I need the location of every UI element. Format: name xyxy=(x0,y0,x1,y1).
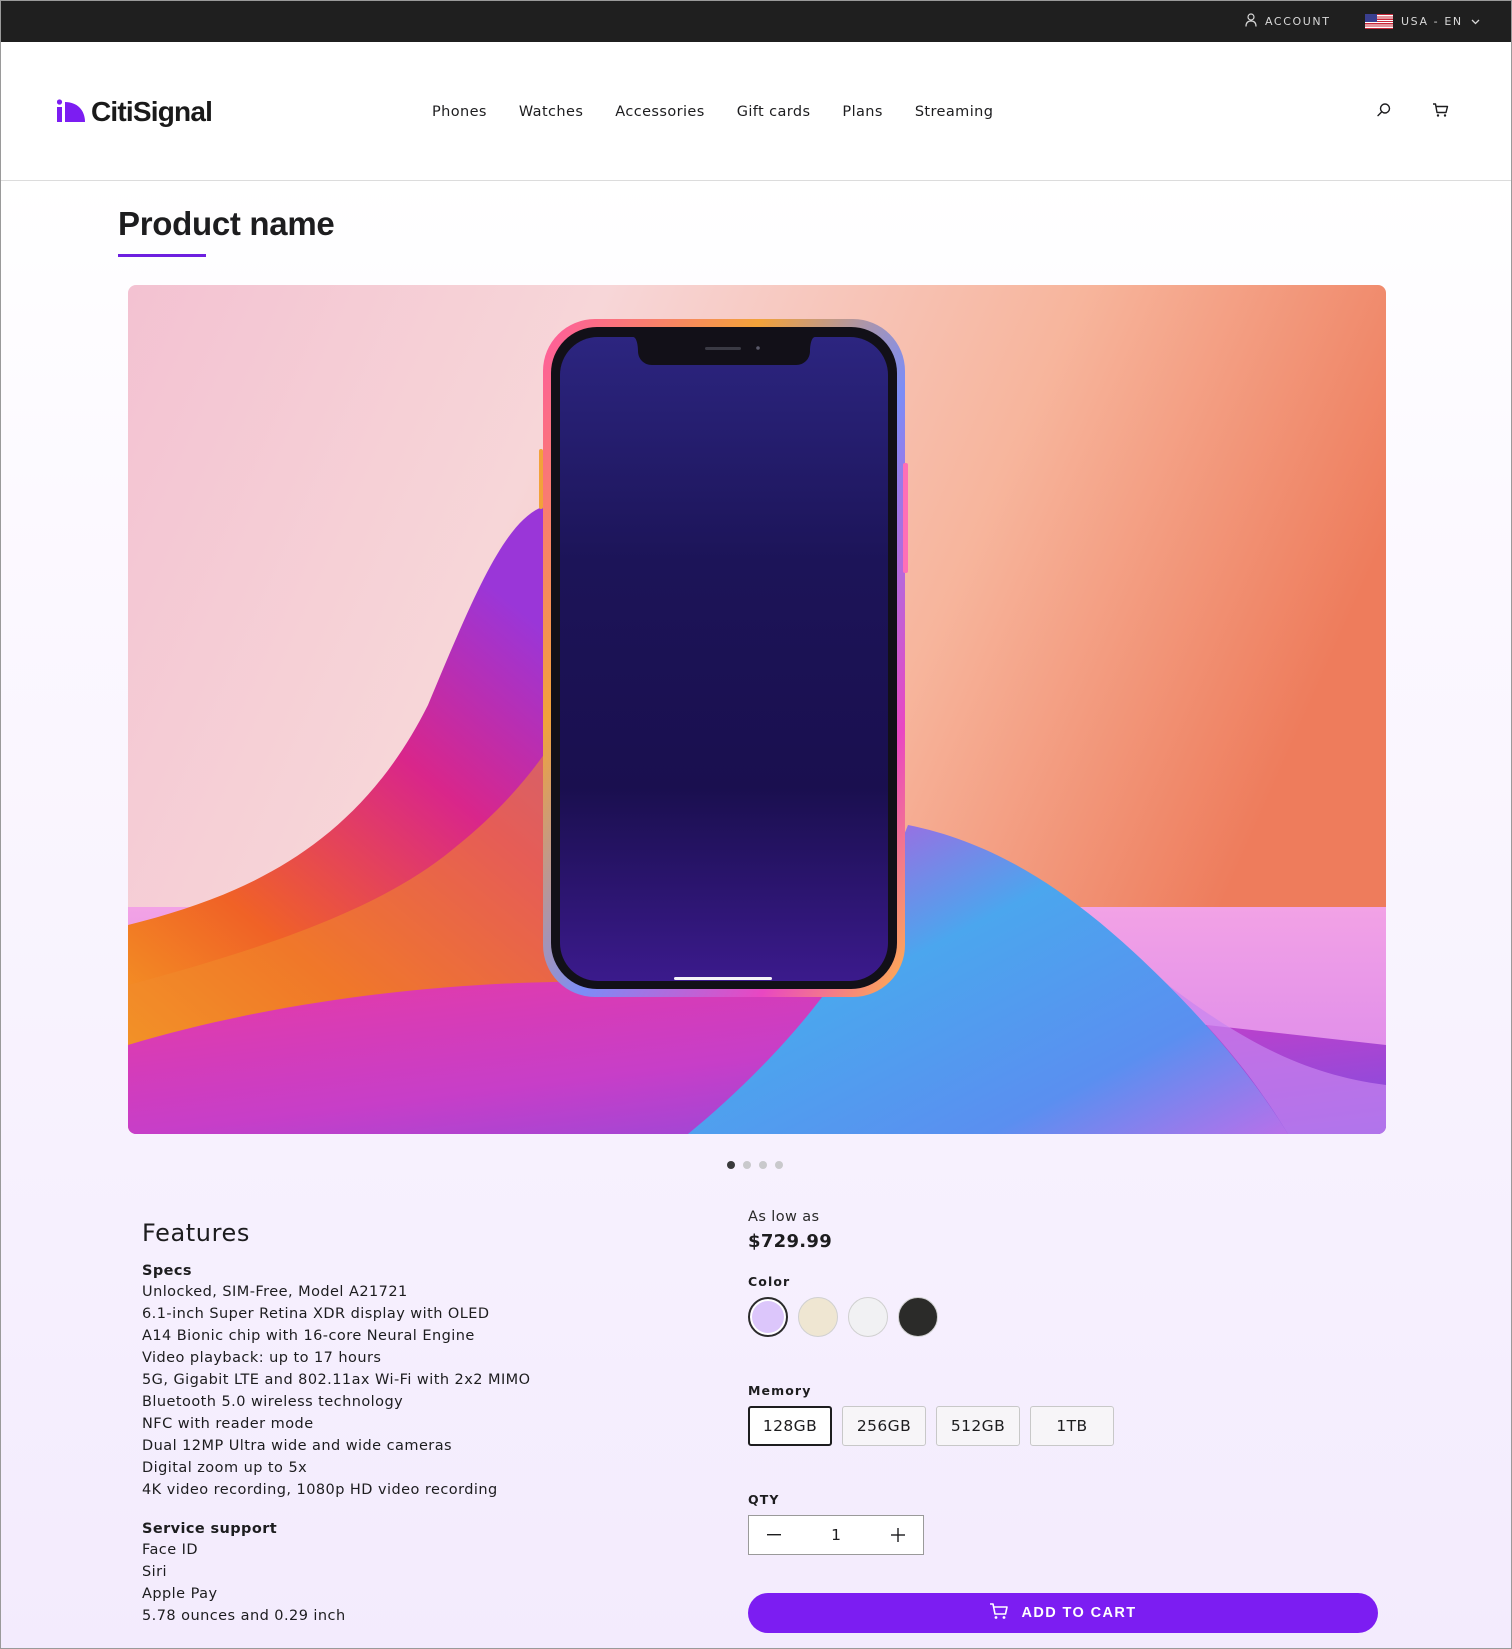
color-swatch-white[interactable] xyxy=(848,1297,888,1337)
spec-item: Dual 12MP Ultra wide and wide cameras xyxy=(142,1438,453,1454)
nav-watches[interactable]: Watches xyxy=(519,104,583,120)
service-item: Face ID xyxy=(142,1542,198,1558)
chevron-down-icon xyxy=(1471,15,1480,28)
minus-icon[interactable] xyxy=(765,1526,783,1544)
price-prefix: As low as xyxy=(748,1209,820,1225)
color-swatch-cream[interactable] xyxy=(798,1297,838,1337)
specs-heading: Specs xyxy=(142,1263,192,1279)
utility-bar: ACCOUNT USA - EN xyxy=(1,1,1511,42)
memory-options: 128GB 256GB 512GB 1TB xyxy=(748,1406,1378,1446)
logo-icon xyxy=(56,99,85,125)
purchase-panel: As low as $729.99 Color Memory 128GB 256… xyxy=(748,1209,1378,1555)
site-header: CitiSignal Phones Watches Accessories Gi… xyxy=(1,42,1511,181)
search-icon[interactable] xyxy=(1376,102,1396,122)
carousel-dot-4[interactable] xyxy=(775,1161,783,1169)
add-to-cart-label: ADD TO CART xyxy=(1021,1605,1137,1621)
cart-icon xyxy=(989,1602,1009,1624)
locale-selector[interactable]: USA - EN xyxy=(1365,13,1480,29)
service-list: Face ID Siri Apple Pay 5.78 ounces and 0… xyxy=(142,1539,702,1627)
logo[interactable]: CitiSignal xyxy=(56,96,213,128)
carousel-dot-3[interactable] xyxy=(759,1161,767,1169)
logo-text: CitiSignal xyxy=(91,96,213,127)
nav-plans[interactable]: Plans xyxy=(842,104,882,120)
memory-option-128gb[interactable]: 128GB xyxy=(748,1406,832,1446)
spec-item: NFC with reader mode xyxy=(142,1416,314,1432)
spec-item: Digital zoom up to 5x xyxy=(142,1460,308,1476)
page: ACCOUNT USA - EN CitiSignal Phones Watch… xyxy=(0,0,1512,1649)
spec-item: 6.1-inch Super Retina XDR display with O… xyxy=(142,1306,490,1322)
nav-accessories[interactable]: Accessories xyxy=(615,104,704,120)
color-label: Color xyxy=(748,1274,791,1289)
quantity-stepper: 1 xyxy=(748,1515,924,1555)
qty-label: QTY xyxy=(748,1492,780,1507)
product-hero-image xyxy=(128,285,1386,1134)
color-swatches xyxy=(748,1297,1378,1337)
locale-label: USA - EN xyxy=(1401,14,1463,28)
account-link[interactable]: ACCOUNT xyxy=(1245,12,1331,30)
spec-item: 4K video recording, 1080p HD video recor… xyxy=(142,1482,498,1498)
title-underline xyxy=(118,254,206,257)
service-item: Apple Pay xyxy=(142,1586,218,1602)
service-heading: Service support xyxy=(142,1521,278,1537)
features-heading: Features xyxy=(142,1219,250,1247)
add-to-cart-button[interactable]: ADD TO CART xyxy=(748,1593,1378,1633)
spec-item: A14 Bionic chip with 16-core Neural Engi… xyxy=(142,1328,475,1344)
color-swatch-black[interactable] xyxy=(898,1297,938,1337)
main-nav: Phones Watches Accessories Gift cards Pl… xyxy=(432,104,1025,120)
carousel-dot-1[interactable] xyxy=(727,1161,735,1169)
price: $729.99 xyxy=(748,1231,833,1252)
cart-icon[interactable] xyxy=(1432,102,1452,122)
nav-phones[interactable]: Phones xyxy=(432,104,487,120)
us-flag-icon xyxy=(1365,13,1393,29)
spec-item: Unlocked, SIM-Free, Model A21721 xyxy=(142,1284,408,1300)
memory-option-1tb[interactable]: 1TB xyxy=(1030,1406,1114,1446)
plus-icon[interactable] xyxy=(889,1526,907,1544)
nav-streaming[interactable]: Streaming xyxy=(915,104,994,120)
spec-item: Video playback: up to 17 hours xyxy=(142,1350,382,1366)
specs-list: Unlocked, SIM-Free, Model A21721 6.1-inc… xyxy=(142,1281,702,1501)
carousel-dots xyxy=(727,1161,783,1169)
features-section: Features Specs Unlocked, SIM-Free, Model… xyxy=(142,1219,702,1647)
carousel-dot-2[interactable] xyxy=(743,1161,751,1169)
color-swatch-lavender[interactable] xyxy=(748,1297,788,1337)
memory-option-512gb[interactable]: 512GB xyxy=(936,1406,1020,1446)
service-item: 5.78 ounces and 0.29 inch xyxy=(142,1608,346,1624)
quantity-value[interactable]: 1 xyxy=(831,1526,841,1544)
nav-gift-cards[interactable]: Gift cards xyxy=(737,104,811,120)
user-icon xyxy=(1245,12,1257,30)
spec-item: Bluetooth 5.0 wireless technology xyxy=(142,1394,404,1410)
memory-label: Memory xyxy=(748,1383,812,1398)
memory-option-256gb[interactable]: 256GB xyxy=(842,1406,926,1446)
spec-item: 5G, Gigabit LTE and 802.11ax Wi-Fi with … xyxy=(142,1372,531,1388)
page-title: Product name xyxy=(118,205,335,242)
account-label: ACCOUNT xyxy=(1265,14,1331,28)
service-item: Siri xyxy=(142,1564,168,1580)
